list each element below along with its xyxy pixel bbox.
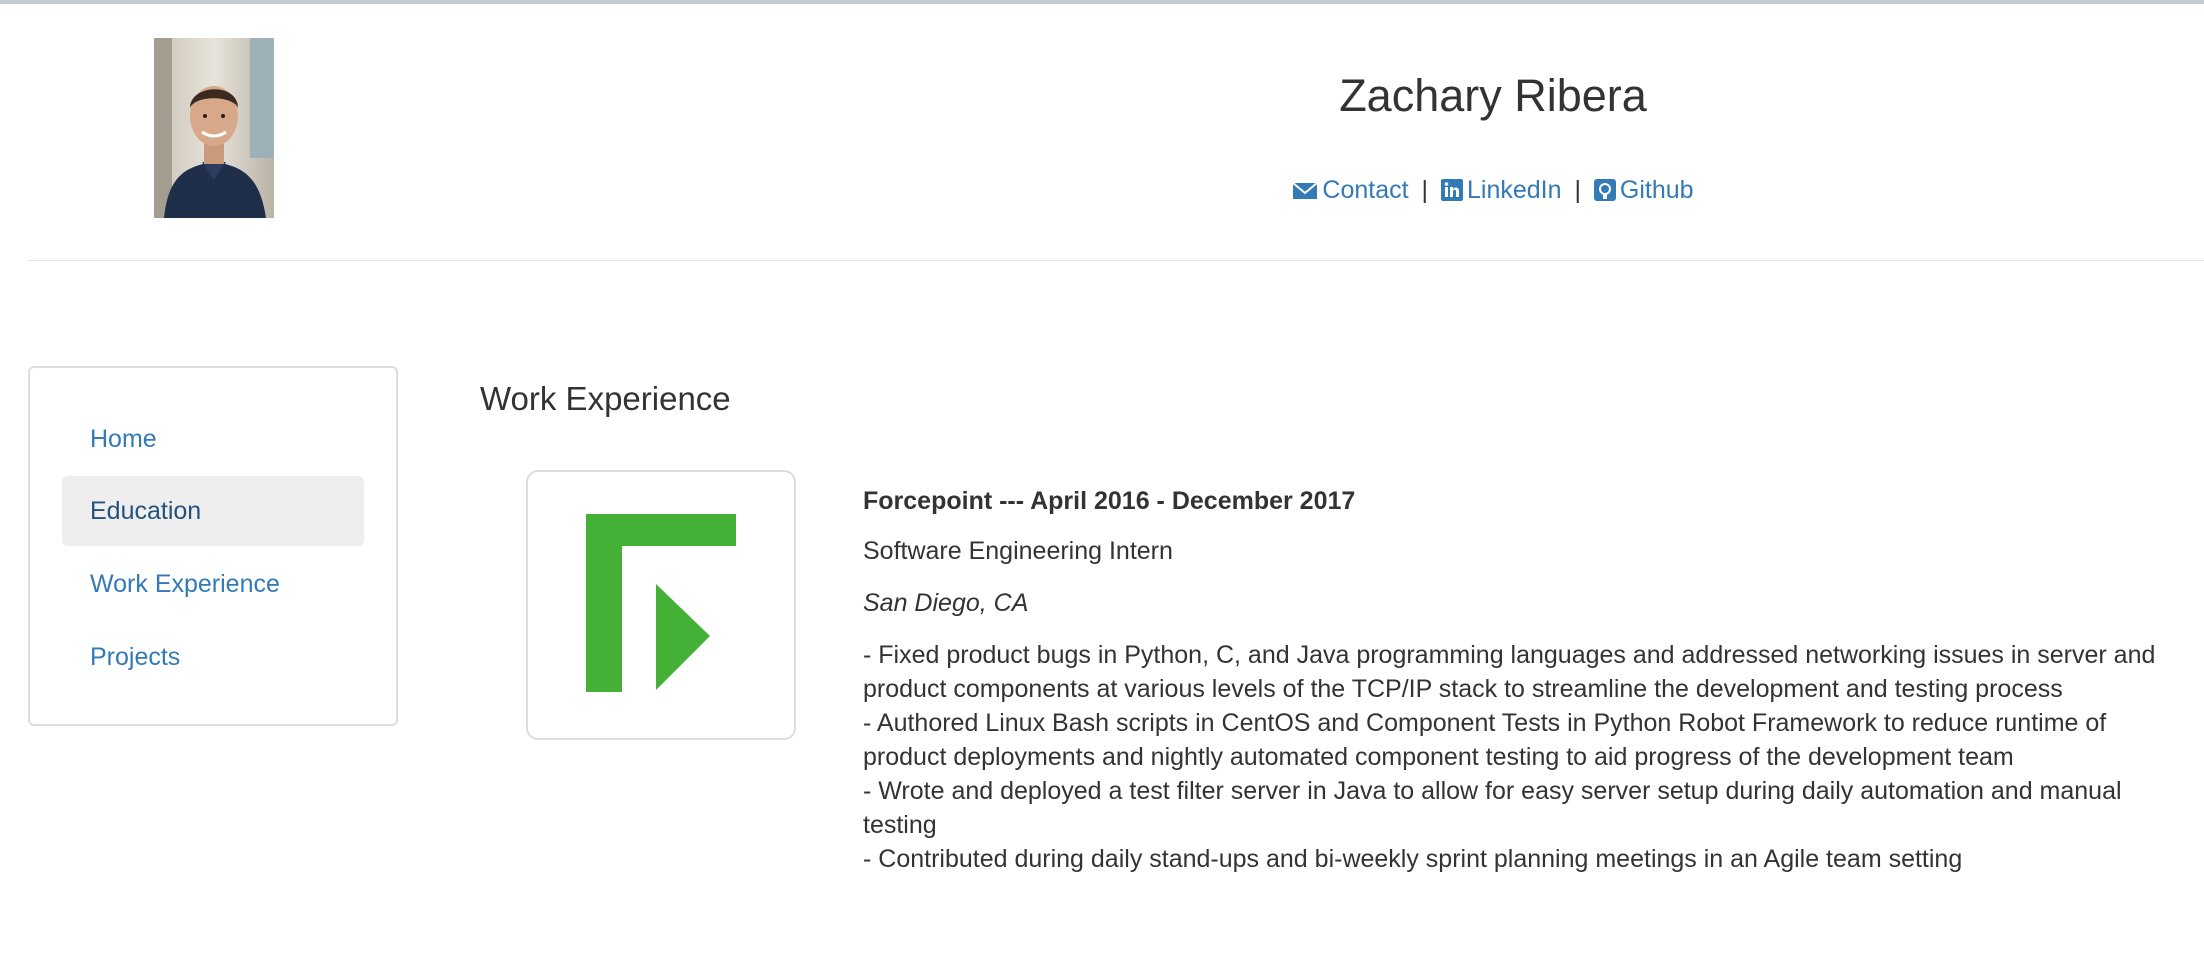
contact-links: Contact | LinkedIn | Github <box>1200 176 1786 208</box>
github-link[interactable]: Github <box>1587 176 1694 204</box>
job-title: Software Engineering Intern <box>863 537 1173 565</box>
sidebar-item-label: Work Experience <box>90 570 280 598</box>
job-bullet: - Authored Linux Bash scripts in CentOS … <box>863 709 2107 771</box>
sidebar-nav: Home Education Work Experience Projects <box>28 366 398 726</box>
github-link-label: Github <box>1619 176 1694 204</box>
header-divider <box>28 260 2204 261</box>
page-title: Zachary Ribera <box>1339 70 1647 121</box>
link-separator: | <box>1574 176 1581 204</box>
job-bullet: - Wrote and deployed a test filter serve… <box>863 777 2122 839</box>
job-description: - Fixed product bugs in Python, C, and J… <box>863 638 2163 876</box>
sidebar-item-home[interactable]: Home <box>62 404 364 474</box>
job-bullet: - Contributed during daily stand-ups and… <box>863 845 1963 873</box>
company-logo <box>526 470 796 740</box>
github-icon <box>1593 179 1616 208</box>
contact-link[interactable]: Contact <box>1292 176 1415 204</box>
linkedin-link-label: LinkedIn <box>1466 176 1562 204</box>
job-bullet: - Fixed product bugs in Python, C, and J… <box>863 641 2156 703</box>
linkedin-icon <box>1440 179 1463 208</box>
job-entry: Forcepoint --- April 2016 - December 201… <box>863 484 2163 876</box>
sidebar-item-work-experience[interactable]: Work Experience <box>62 549 364 619</box>
job-header: Forcepoint --- April 2016 - December 201… <box>863 487 1356 515</box>
sidebar-item-education[interactable]: Education <box>62 476 364 546</box>
sidebar-item-projects[interactable]: Projects <box>62 622 364 692</box>
link-separator: | <box>1421 176 1429 204</box>
forcepoint-logo-icon <box>586 514 736 692</box>
sidebar-item-label: Home <box>90 425 157 453</box>
envelope-icon <box>1292 179 1319 208</box>
contact-link-label: Contact <box>1322 176 1409 204</box>
job-location: San Diego, CA <box>863 589 1029 617</box>
sidebar-item-label: Projects <box>90 643 181 671</box>
section-title: Work Experience <box>480 380 731 417</box>
sidebar-item-label: Education <box>90 497 202 525</box>
page-header: Zachary Ribera Contact | LinkedIn | Gith… <box>0 4 2204 260</box>
linkedin-link[interactable]: LinkedIn <box>1434 176 1568 204</box>
profile-photo <box>154 38 274 218</box>
